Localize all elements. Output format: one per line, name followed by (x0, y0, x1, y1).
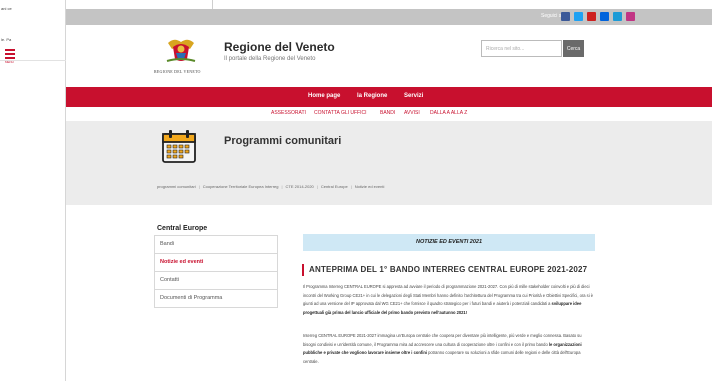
subnav-item-assessorati[interactable]: ASSESSORATI (271, 110, 306, 116)
instagram-icon[interactable] (626, 12, 635, 21)
breadcrumb-item[interactable]: programmi comunitari (157, 184, 196, 189)
breadcrumb-separator: | (198, 184, 200, 189)
logo-caption: REGIONE DEL VENETO (154, 69, 201, 74)
facebook-icon[interactable] (561, 12, 570, 21)
sidebar-item-contatti[interactable]: Contatti (154, 271, 278, 289)
nav-item-la-regione[interactable]: la Regione (357, 93, 387, 99)
divider (212, 0, 213, 9)
site-subtitle: Il portale della Regione del Veneto (224, 56, 316, 62)
hamburger-icon (5, 49, 15, 51)
breadcrumb-item: Notizie ed eventi (354, 184, 385, 189)
youtube-icon[interactable] (587, 12, 596, 21)
paragraph-text: Interreg CENTRAL EUROPE 2021-2027 immagi… (303, 333, 582, 347)
news-banner: NOTIZIE ED EVENTI 2021 (303, 234, 595, 251)
article-paragraph: Il Programma Interreg CENTRAL EUROPE si … (303, 283, 595, 318)
sub-nav: ASSESSORATI CONTATTA GLI UFFICI BANDI AV… (66, 107, 712, 121)
hamburger-icon (5, 53, 15, 55)
subnav-item-dalla-a-alla-z[interactable]: DALLA A ALLA Z (430, 110, 467, 116)
breadcrumb-item[interactable]: CTE 2014-2020 (286, 184, 314, 189)
sidebar-item-documenti-di-programma[interactable]: Documenti di Programma (154, 289, 278, 308)
breadcrumb-item[interactable]: Cooperazione Territoriale Europea Interr… (203, 184, 279, 189)
sidebar-item-bandi[interactable]: Bandi (154, 235, 278, 253)
hamburger-icon (5, 57, 15, 59)
article-title: ANTEPRIMA DEL 1° BANDO INTERREG CENTRAL … (309, 265, 588, 274)
page-title: Programmi comunitari (224, 135, 342, 147)
title-accent-bar (302, 264, 304, 276)
breadcrumb: programmi comunitari | Cooperazione Territ… (157, 184, 384, 189)
breadcrumb-separator: | (316, 184, 318, 189)
search-input[interactable] (481, 40, 562, 57)
breadcrumb-item[interactable]: Central Europe (321, 184, 348, 189)
social-bar: Seguici su (66, 9, 712, 25)
search-button[interactable]: Cerca (563, 40, 584, 57)
menu-button[interactable]: MENU (5, 49, 15, 65)
sidebar-title: Central Europe (157, 225, 208, 232)
left-panel-text: le. Pa (1, 37, 12, 42)
menu-label: MENU (5, 60, 14, 64)
subnav-item-avvisi[interactable]: AVVISI (404, 110, 420, 116)
main-nav: Home page la Regione Servizi (66, 87, 712, 107)
breadcrumb-separator: | (350, 184, 352, 189)
twitter-icon[interactable] (574, 12, 583, 21)
sidebar-menu: Bandi Notizie ed eventi Contatti Documen… (154, 235, 278, 308)
regione-veneto-logo-icon[interactable] (164, 35, 198, 65)
site-header (66, 25, 712, 85)
left-panel-text: ani ce (1, 6, 12, 11)
top-strip (66, 0, 712, 9)
nav-item-servizi[interactable]: Servizi (404, 93, 423, 99)
email-icon[interactable] (613, 12, 622, 21)
subnav-item-bandi[interactable]: BANDI (380, 110, 395, 116)
flickr-icon[interactable] (600, 12, 609, 21)
paragraph-text: Il Programma Interreg CENTRAL EUROPE si … (303, 284, 594, 307)
article-paragraph: Interreg CENTRAL EUROPE 2021-2027 immagi… (303, 332, 595, 367)
social-icons (561, 12, 635, 21)
calendar-icon (162, 130, 196, 163)
subnav-item-contatta-gli-uffici[interactable]: CONTATTA GLI UFFICI (314, 110, 367, 116)
nav-item-home-page[interactable]: Home page (308, 93, 340, 99)
sidebar-item-notizie-ed-eventi[interactable]: Notizie ed eventi (154, 253, 278, 271)
breadcrumb-separator: | (281, 184, 283, 189)
site-title[interactable]: Regione del Veneto (224, 40, 335, 54)
